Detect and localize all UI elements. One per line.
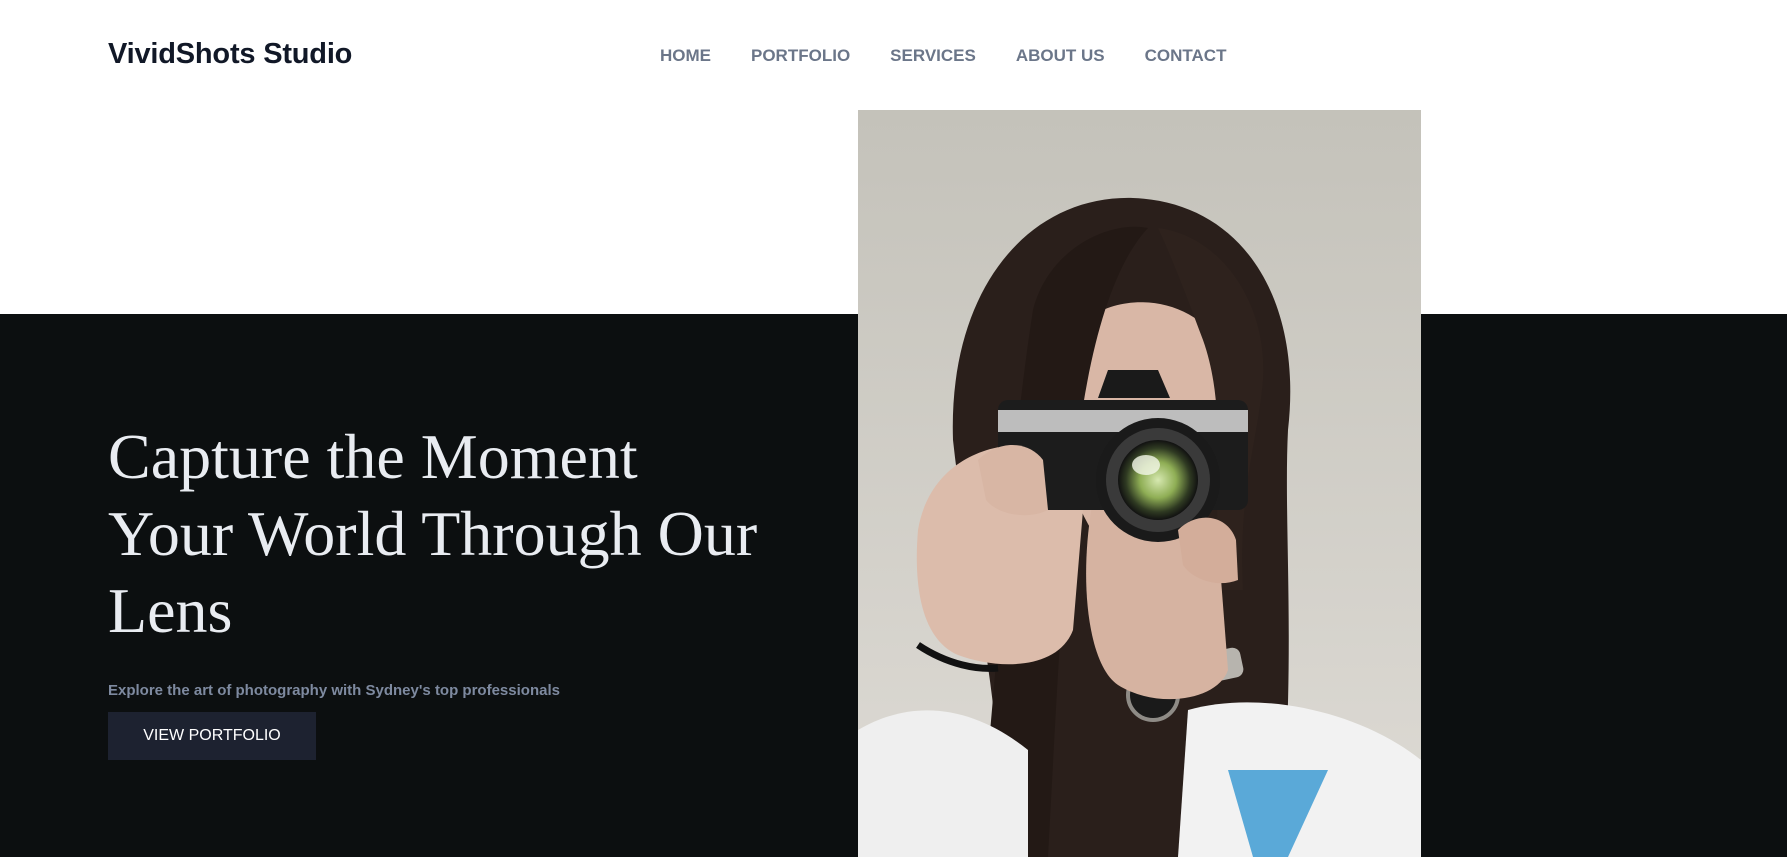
headline-line-3: Lens bbox=[108, 575, 233, 646]
site-header: VividShots Studio HOME PORTFOLIO SERVICE… bbox=[0, 0, 1787, 110]
hero-tagline: Explore the art of photography with Sydn… bbox=[108, 682, 560, 699]
view-portfolio-button[interactable]: VIEW PORTFOLIO bbox=[108, 712, 316, 760]
photo-illustration bbox=[858, 110, 1421, 857]
woman-with-camera-photo bbox=[858, 110, 1421, 857]
nav-home[interactable]: HOME bbox=[660, 46, 711, 66]
nav-about-us[interactable]: ABOUT US bbox=[1016, 46, 1105, 66]
brand-logo[interactable]: VividShots Studio bbox=[108, 38, 352, 71]
nav-contact[interactable]: CONTACT bbox=[1145, 46, 1227, 66]
hero-headline: Capture the Moment Your World Through Ou… bbox=[108, 418, 848, 649]
headline-line-2: Your World Through Our bbox=[108, 498, 758, 569]
headline-line-1: Capture the Moment bbox=[108, 421, 638, 492]
main-nav: HOME PORTFOLIO SERVICES ABOUT US CONTACT bbox=[660, 46, 1226, 66]
nav-portfolio[interactable]: PORTFOLIO bbox=[751, 46, 850, 66]
nav-services[interactable]: SERVICES bbox=[890, 46, 976, 66]
